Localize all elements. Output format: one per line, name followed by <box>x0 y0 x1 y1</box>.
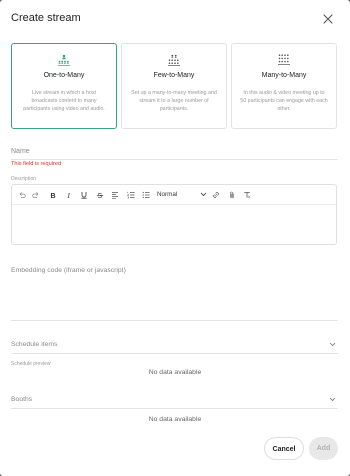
schedule-preview-label: Schedule preview <box>11 361 51 367</box>
undo-button[interactable] <box>18 191 26 199</box>
embed-code-field[interactable]: Embedding code (iframe or javascript) <box>11 264 338 319</box>
name-underline <box>11 159 338 160</box>
schedule-items-select[interactable]: Schedule items <box>11 338 338 352</box>
undo-icon <box>19 192 26 198</box>
svg-text:B: B <box>51 193 56 199</box>
booths-underline <box>11 408 338 409</box>
italic-button[interactable]: I <box>65 191 73 199</box>
stream-type-description: In this audio & video meeting up to 50 p… <box>240 90 328 113</box>
text-format-select[interactable]: Normal <box>157 189 207 201</box>
underline-icon <box>81 192 87 199</box>
name-placeholder: Name <box>11 148 30 155</box>
align-button[interactable] <box>111 191 119 199</box>
description-editor: B I S Normal <box>11 184 337 245</box>
strikethrough-button[interactable]: S <box>96 191 104 199</box>
stream-type-description: Live stream in which a host broadcasts c… <box>23 90 105 113</box>
text-format-value: Normal <box>157 191 178 198</box>
stream-type-description: Set up a many-to-many meeting and stream… <box>131 90 217 113</box>
clear-format-button[interactable] <box>243 191 251 199</box>
close-button[interactable] <box>322 13 334 25</box>
add-button[interactable]: Add <box>309 437 338 460</box>
redo-button[interactable] <box>32 191 40 199</box>
chevron-down-icon <box>329 397 336 402</box>
name-field[interactable]: Name <box>11 144 338 158</box>
dialog-header: Create stream <box>0 0 350 38</box>
svg-text:I: I <box>67 192 71 199</box>
editor-toolbar: B I S Normal <box>12 185 336 205</box>
schedule-preview-empty: No data available <box>148 369 202 376</box>
description-editor-body[interactable] <box>12 206 336 244</box>
many-to-many-icon <box>232 53 336 67</box>
few-to-many-icon <box>122 53 226 67</box>
bold-icon: B <box>51 193 56 199</box>
one-to-many-icon <box>12 53 116 67</box>
align-left-icon <box>112 192 118 199</box>
description-label: Description <box>11 176 37 182</box>
attachment-icon <box>230 191 234 199</box>
schedule-items-placeholder: Schedule items <box>11 341 58 348</box>
booths-placeholder: Booths <box>11 396 33 403</box>
close-icon <box>323 14 333 24</box>
svg-text:S: S <box>98 193 103 199</box>
redo-icon <box>32 192 39 198</box>
stream-type-card-one-to-many[interactable]: One-to-Many Live stream in which a host … <box>11 43 117 129</box>
stream-type-name: Many-to-Many <box>261 72 307 79</box>
stream-type-card-many-to-many[interactable]: Many-to-Many In this audio & video meeti… <box>231 43 337 129</box>
schedule-items-underline <box>11 353 338 354</box>
booths-select[interactable]: Booths <box>11 393 338 407</box>
stream-type-options: One-to-Many Live stream in which a host … <box>11 43 338 129</box>
stream-type-card-few-to-many[interactable]: Few-to-Many Set up a many-to-many meetin… <box>121 43 227 129</box>
bullet-list-icon <box>142 191 150 199</box>
italic-icon: I <box>67 192 71 199</box>
chevron-down-icon <box>329 342 336 347</box>
stream-type-name: Few-to-Many <box>153 72 195 79</box>
ordered-list-button[interactable] <box>127 191 135 199</box>
embed-code-placeholder: Embedding code (iframe or javascript) <box>11 267 126 274</box>
name-error-message: This field is required <box>11 161 62 167</box>
booths-empty: No data available <box>148 416 202 423</box>
link-button[interactable] <box>212 191 220 199</box>
bold-button[interactable]: B <box>49 191 57 199</box>
clear-format-icon <box>244 192 251 198</box>
ordered-list-icon <box>127 191 135 199</box>
stream-type-name: One-to-Many <box>43 72 85 79</box>
embed-code-underline <box>11 320 338 321</box>
bullet-list-button[interactable] <box>142 191 150 199</box>
strikethrough-icon: S <box>96 193 104 199</box>
link-icon <box>213 192 219 198</box>
create-stream-dialog: Create stream One-to-Many Live stream in… <box>0 0 350 476</box>
cancel-button[interactable]: Cancel <box>264 437 304 460</box>
chevron-down-icon <box>200 192 207 197</box>
dialog-title: Create stream <box>11 12 81 24</box>
attachment-button[interactable] <box>228 191 236 199</box>
underline-button[interactable] <box>80 191 88 199</box>
